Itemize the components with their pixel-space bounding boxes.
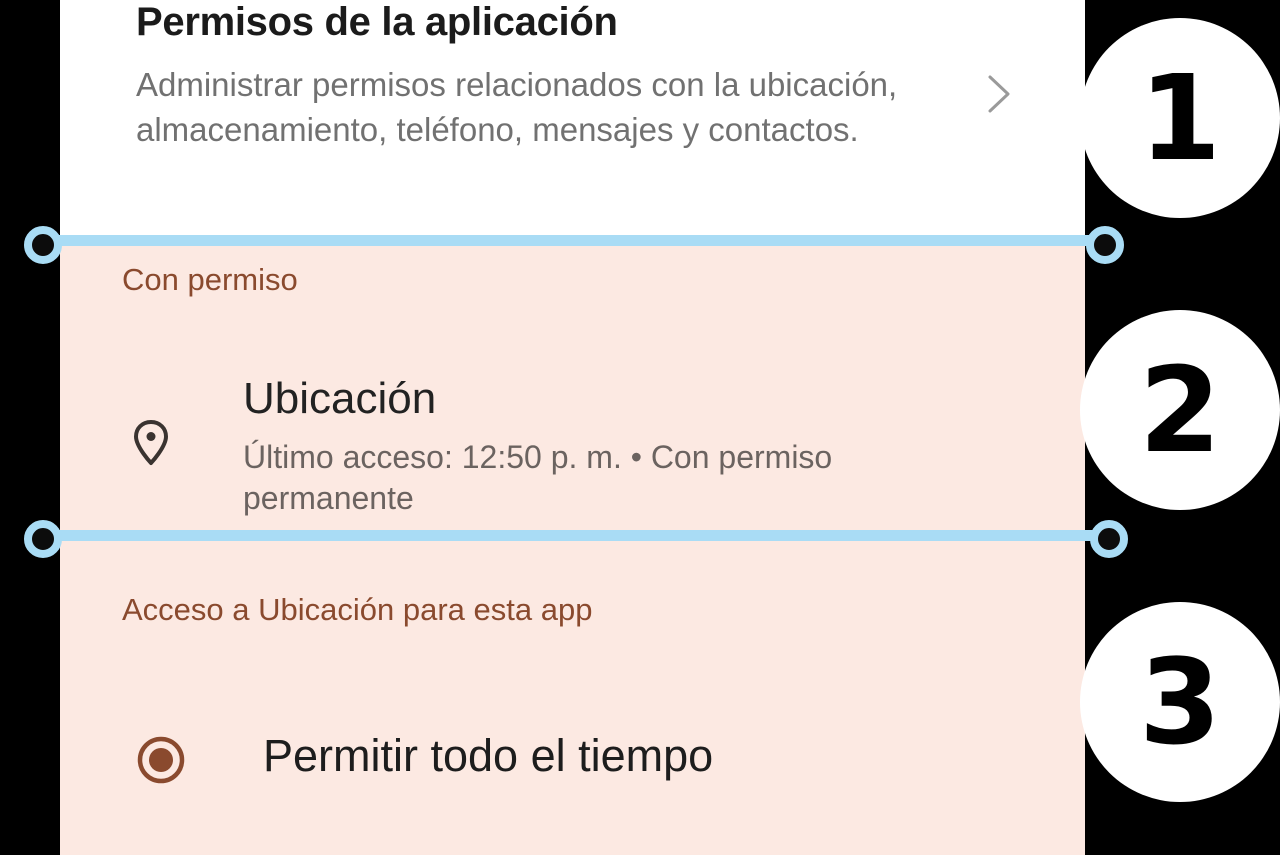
annotation-divider-top (52, 235, 1102, 246)
radio-selected-icon[interactable] (136, 735, 186, 785)
app-permissions-description: Administrar permisos relacionados con la… (136, 66, 898, 148)
location-access-header: Acceso a Ubicación para esta app (122, 592, 593, 627)
allow-all-time-option[interactable]: Permitir todo el tiempo (263, 730, 713, 782)
divider-handle-right-bottom (1090, 520, 1128, 558)
annotation-divider-bottom (52, 530, 1106, 541)
location-permission-title[interactable]: Ubicación (243, 374, 436, 424)
number-badge-3: 3 (1080, 602, 1280, 802)
app-permissions-title[interactable]: Permisos de la aplicación (136, 0, 618, 45)
chevron-right-icon[interactable] (980, 72, 1020, 116)
location-pin-icon (134, 420, 168, 465)
divider-handle-left-top (24, 226, 62, 264)
divider-handle-left-bottom (24, 520, 62, 558)
number-badge-2: 2 (1080, 310, 1280, 510)
allowed-section-header: Con permiso (122, 262, 298, 297)
location-permission-subtitle: Último acceso: 12:50 p. m. • Con permiso… (243, 439, 833, 516)
divider-handle-right-top (1086, 226, 1124, 264)
number-badge-1: 1 (1080, 18, 1280, 218)
